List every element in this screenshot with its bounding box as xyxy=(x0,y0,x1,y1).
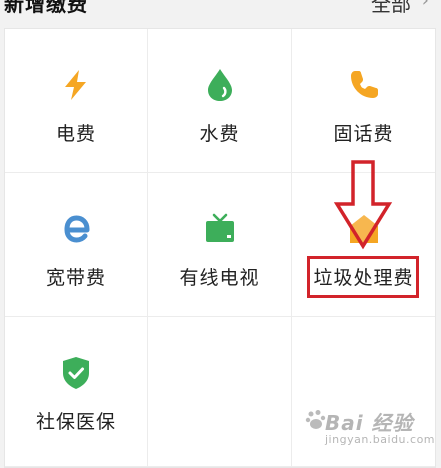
service-social-medical-insurance[interactable]: 社保医保 xyxy=(5,317,148,467)
shield-check-icon xyxy=(58,355,94,391)
section-header: 新增缴费 全部 › xyxy=(0,0,441,24)
service-broadband[interactable]: 宽带费 xyxy=(5,173,148,317)
payment-services-grid: 电费 水费 固话费 宽带费 有线电视 垃圾处理费 社保医保 xyxy=(5,29,435,467)
service-label: 垃圾处理费 xyxy=(313,267,414,289)
chevron-right-icon: › xyxy=(421,0,429,11)
service-cable-tv[interactable]: 有线电视 xyxy=(148,173,292,317)
service-label: 固话费 xyxy=(333,123,394,145)
house-icon xyxy=(346,211,382,247)
service-landline[interactable]: 固话费 xyxy=(292,29,435,173)
empty-cell xyxy=(292,317,435,467)
service-electricity[interactable]: 电费 xyxy=(5,29,148,173)
service-label: 宽带费 xyxy=(45,267,106,289)
service-garbage-disposal[interactable]: 垃圾处理费 xyxy=(292,173,435,317)
lightning-icon xyxy=(58,67,94,103)
service-water[interactable]: 水费 xyxy=(148,29,292,173)
section-title: 新增缴费 xyxy=(4,0,88,16)
view-all-link[interactable]: 全部 xyxy=(371,0,411,17)
water-drop-icon xyxy=(202,67,238,103)
empty-cell xyxy=(148,317,292,467)
service-label: 电费 xyxy=(55,123,96,145)
broadband-e-icon xyxy=(58,211,94,247)
tv-icon xyxy=(202,211,238,247)
service-label: 有线电视 xyxy=(179,267,260,289)
telephone-icon xyxy=(346,67,382,103)
payment-services-card: 电费 水费 固话费 宽带费 有线电视 垃圾处理费 社保医保 xyxy=(4,28,436,468)
service-label: 水费 xyxy=(199,123,240,145)
service-label: 社保医保 xyxy=(35,411,116,433)
